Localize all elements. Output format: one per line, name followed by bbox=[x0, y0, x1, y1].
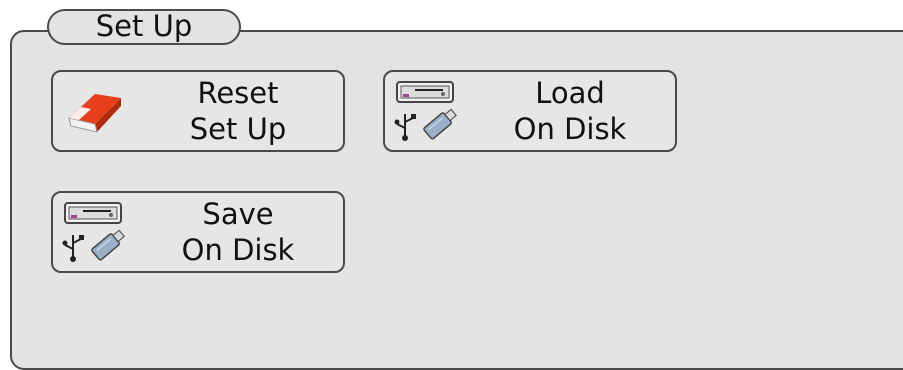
disk-usb-icon bbox=[391, 76, 463, 148]
save-on-disk-button[interactable]: Save On Disk bbox=[51, 191, 345, 273]
save-line1: Save bbox=[202, 197, 274, 231]
save-on-disk-label: Save On Disk bbox=[133, 193, 343, 271]
reset-setup-label: Reset Set Up bbox=[133, 72, 343, 150]
reset-setup-button[interactable]: Reset Set Up bbox=[51, 70, 345, 152]
load-line2: On Disk bbox=[513, 112, 627, 146]
load-line1: Load bbox=[535, 76, 605, 110]
save-line2: On Disk bbox=[181, 233, 295, 267]
disk-usb-icon bbox=[59, 197, 131, 269]
eraser-icon bbox=[59, 76, 131, 148]
reset-line2: Set Up bbox=[189, 112, 287, 146]
load-on-disk-button[interactable]: Load On Disk bbox=[383, 70, 677, 152]
reset-line1: Reset bbox=[197, 76, 279, 110]
setup-group-title: Set Up bbox=[47, 9, 241, 45]
load-on-disk-label: Load On Disk bbox=[465, 72, 675, 150]
